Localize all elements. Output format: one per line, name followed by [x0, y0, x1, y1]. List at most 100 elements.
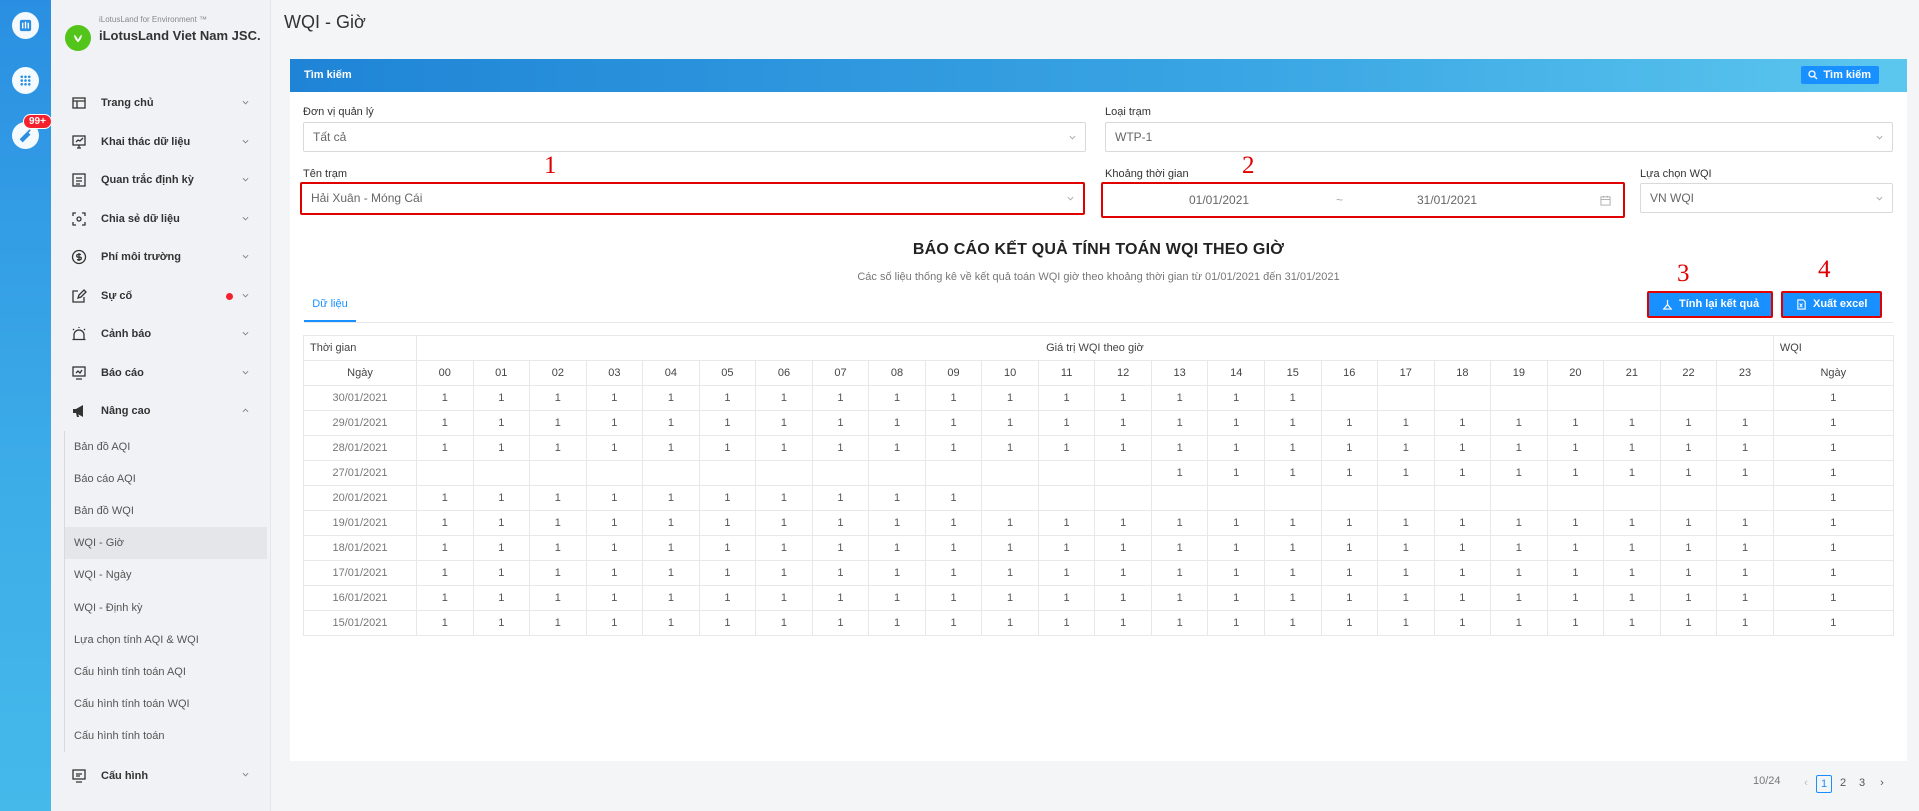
- menu-item-home[interactable]: Trang chủ: [51, 84, 271, 123]
- menu-item-advanced[interactable]: Nâng cao: [51, 392, 271, 431]
- header-hour: 00: [416, 360, 474, 386]
- menu-item-fee[interactable]: Phí môi trường: [51, 238, 271, 277]
- hour-value-cell: 1: [698, 485, 757, 511]
- table-header-row: Thời gian Giá trị WQI theo giờ WQI: [303, 335, 1894, 361]
- hour-value-cell: 1: [642, 585, 700, 611]
- hour-value-cell: 1: [924, 560, 983, 586]
- logo-icon[interactable]: [12, 12, 39, 39]
- pagination-page[interactable]: 2: [1835, 775, 1851, 793]
- apps-grid-icon[interactable]: [12, 67, 39, 94]
- menu-item-incident[interactable]: Sự cố: [51, 277, 271, 316]
- hour-value-cell: 1: [1207, 535, 1265, 561]
- hour-value-cell: [1433, 385, 1492, 411]
- unit-value: Tất cả: [313, 130, 347, 144]
- pagination-page[interactable]: 3: [1854, 775, 1870, 793]
- hour-value-cell: 1: [1603, 510, 1661, 536]
- menu-item-periodic[interactable]: Quan trắc định kỳ: [51, 161, 271, 200]
- hour-value-cell: 1: [1377, 510, 1435, 536]
- hour-value-cell: 1: [1716, 410, 1774, 436]
- hour-value-cell: 1: [1037, 435, 1096, 461]
- hour-value-cell: [924, 460, 983, 486]
- submenu-item-aqi-map[interactable]: Bản đồ AQI: [65, 431, 271, 463]
- tab-data[interactable]: Dữ liệu: [304, 298, 356, 322]
- hour-value-cell: [1377, 385, 1435, 411]
- hour-value-cell: 1: [1716, 610, 1774, 636]
- export-excel-button[interactable]: Xuất excel: [1781, 291, 1882, 318]
- unit-label: Đơn vị quản lý: [303, 106, 374, 118]
- hour-value-cell: 1: [1094, 610, 1152, 636]
- type-label: Loại trạm: [1105, 106, 1151, 118]
- type-select[interactable]: WTP-1: [1105, 122, 1893, 152]
- station-select[interactable]: Hải Xuân - Móng Cái: [300, 182, 1085, 215]
- hour-value-cell: 1: [416, 535, 474, 561]
- table-row: 20/01/2021 1 1 1 1 1 1 1 1 1 1 1: [303, 485, 1894, 511]
- hour-value-cell: 1: [755, 610, 813, 636]
- hour-value-cell: 1: [1716, 535, 1774, 561]
- submenu-item-wqi-map[interactable]: Bản đồ WQI: [65, 495, 271, 527]
- header-day: Ngày: [303, 360, 417, 386]
- hour-value-cell: 1: [416, 510, 474, 536]
- menu-item-data-mining[interactable]: Khai thác dữ liệu: [51, 123, 271, 162]
- hour-value-cell: 1: [1320, 510, 1379, 536]
- brand[interactable]: iLotusLand for Environment ™ iLotusLand …: [63, 12, 263, 72]
- search-button[interactable]: Tìm kiếm: [1801, 66, 1879, 84]
- menu-label: Quan trắc định kỳ: [101, 174, 194, 187]
- file-excel-icon: [1797, 299, 1806, 310]
- submenu-item-calc-config[interactable]: Cấu hình tính toán: [65, 720, 271, 752]
- hour-value-cell: [1320, 385, 1379, 411]
- submenu-item-aqi-wqi-select[interactable]: Lựa chọn tính AQI & WQI: [65, 624, 271, 656]
- recalculate-button[interactable]: Tính lại kết quả: [1647, 291, 1773, 318]
- range-end[interactable]: 31/01/2021: [1417, 186, 1477, 214]
- chevron-down-icon: [1069, 135, 1076, 140]
- menu-item-config[interactable]: Cấu hình: [51, 756, 271, 795]
- submenu-item-aqi-report[interactable]: Báo cáo AQI: [65, 463, 271, 495]
- sidebar: iLotusLand for Environment ™ iLotusLand …: [51, 0, 271, 811]
- hour-value-cell: 1: [1150, 560, 1209, 586]
- calculate-icon: [1662, 299, 1673, 310]
- type-value: WTP-1: [1115, 130, 1153, 144]
- hour-value-cell: 1: [1094, 535, 1152, 561]
- chevron-down-icon: [1067, 196, 1074, 201]
- hour-value-cell: 1: [868, 435, 926, 461]
- date-range-picker[interactable]: 01/01/2021 ~ 31/01/2021: [1101, 182, 1625, 218]
- row-date: 28/01/2021: [303, 435, 417, 461]
- row-date: 17/01/2021: [303, 560, 417, 586]
- submenu-item-wqi-hour[interactable]: WQI - Giờ: [65, 527, 267, 560]
- chevron-down-icon: [242, 331, 249, 336]
- export-excel-label: Xuất excel: [1813, 298, 1868, 310]
- hour-value-cell: 1: [868, 410, 926, 436]
- hour-value-cell: 1: [585, 535, 644, 561]
- hour-value-cell: 1: [1263, 585, 1322, 611]
- unit-select[interactable]: Tất cả: [303, 122, 1086, 152]
- hour-value-cell: 1: [1546, 610, 1605, 636]
- hour-value-cell: 1: [924, 510, 983, 536]
- lotus-logo-icon: [65, 25, 91, 51]
- hour-value-cell: [981, 485, 1039, 511]
- wqi-select[interactable]: VN WQI: [1640, 183, 1893, 213]
- hour-value-cell: 1: [981, 535, 1039, 561]
- hour-value-cell: 1: [529, 560, 587, 586]
- submenu-item-wqi-periodic[interactable]: WQI - Định kỳ: [65, 591, 271, 623]
- hour-value-cell: 1: [529, 410, 587, 436]
- submenu-item-aqi-config[interactable]: Cấu hình tính toán AQI: [65, 656, 271, 688]
- pagination-prev[interactable]: ‹: [1798, 775, 1814, 793]
- submenu-item-wqi-day[interactable]: WQI - Ngày: [65, 559, 271, 591]
- range-start[interactable]: 01/01/2021: [1189, 186, 1249, 214]
- header-hour: 09: [924, 360, 983, 386]
- menu-item-alert[interactable]: Cảnh báo: [51, 315, 271, 354]
- hour-value-cell: 1: [755, 510, 813, 536]
- submenu-item-wqi-config[interactable]: Cấu hình tính toán WQI: [65, 688, 271, 720]
- hour-value-cell: 1: [1377, 610, 1435, 636]
- hour-value-cell: [1546, 485, 1605, 511]
- pagination-page[interactable]: 1: [1816, 775, 1832, 793]
- hour-value-cell: 1: [755, 410, 813, 436]
- hour-value-cell: 1: [1263, 510, 1322, 536]
- menu-item-report[interactable]: Báo cáo: [51, 354, 271, 393]
- hour-value-cell: [1490, 385, 1548, 411]
- menu-item-share[interactable]: Chia sẻ dữ liệu: [51, 200, 271, 239]
- calendar-icon: [1600, 195, 1611, 206]
- row-date: 27/01/2021: [303, 460, 417, 486]
- hour-value-cell: 1: [811, 385, 870, 411]
- pagination-next[interactable]: ›: [1874, 775, 1890, 793]
- hour-value-cell: 1: [642, 385, 700, 411]
